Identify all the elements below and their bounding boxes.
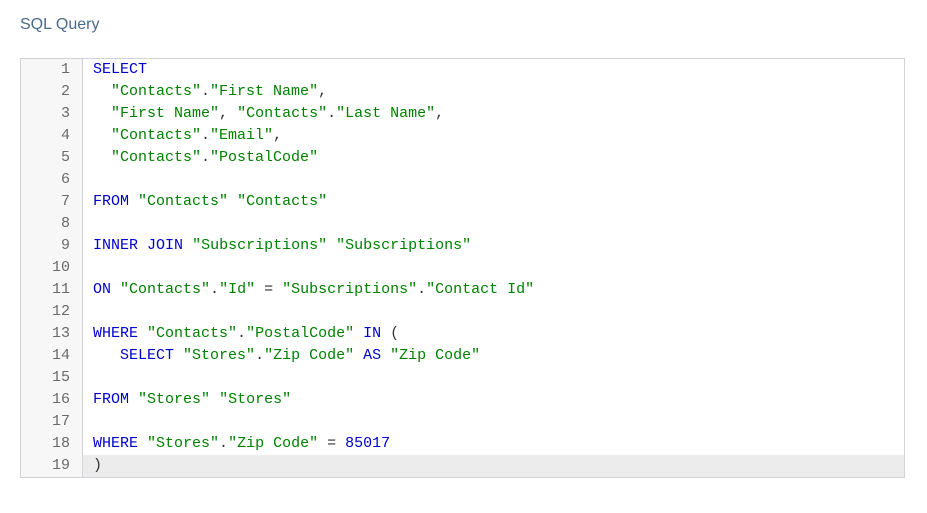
line-number: 15 — [21, 367, 83, 389]
line-number: 11 — [21, 279, 83, 301]
line-number: 2 — [21, 81, 83, 103]
line-number: 1 — [21, 59, 83, 81]
code-line: 15 — [21, 367, 904, 389]
code-line: 6 — [21, 169, 904, 191]
line-number: 6 — [21, 169, 83, 191]
code-content[interactable]: "First Name", "Contacts"."Last Name", — [83, 103, 444, 125]
code-content[interactable] — [83, 411, 102, 433]
line-number: 16 — [21, 389, 83, 411]
line-number: 4 — [21, 125, 83, 147]
line-number: 5 — [21, 147, 83, 169]
line-number: 13 — [21, 323, 83, 345]
line-number: 14 — [21, 345, 83, 367]
code-content[interactable]: "Contacts"."Email", — [83, 125, 282, 147]
code-content[interactable]: WHERE "Stores"."Zip Code" = 85017 — [83, 433, 390, 455]
code-line: 8 — [21, 213, 904, 235]
code-line: 12 — [21, 301, 904, 323]
code-line: 1 SELECT — [21, 59, 904, 81]
code-line: 18 WHERE "Stores"."Zip Code" = 85017 — [21, 433, 904, 455]
code-line: 3 "First Name", "Contacts"."Last Name", — [21, 103, 904, 125]
panel-title: SQL Query — [20, 16, 907, 34]
line-number: 18 — [21, 433, 83, 455]
code-line: 10 — [21, 257, 904, 279]
code-line: 16 FROM "Stores" "Stores" — [21, 389, 904, 411]
line-number: 3 — [21, 103, 83, 125]
code-content[interactable]: WHERE "Contacts"."PostalCode" IN ( — [83, 323, 399, 345]
code-content[interactable]: SELECT "Stores"."Zip Code" AS "Zip Code" — [83, 345, 480, 367]
code-line: 7 FROM "Contacts" "Contacts" — [21, 191, 904, 213]
code-content[interactable]: SELECT — [83, 59, 147, 81]
code-content[interactable]: ) — [83, 455, 102, 477]
code-content[interactable] — [83, 301, 102, 323]
code-line: 11 ON "Contacts"."Id" = "Subscriptions".… — [21, 279, 904, 301]
line-number: 12 — [21, 301, 83, 323]
line-number: 19 — [21, 455, 83, 477]
code-line: 17 — [21, 411, 904, 433]
code-content[interactable]: FROM "Stores" "Stores" — [83, 389, 291, 411]
code-line: 13 WHERE "Contacts"."PostalCode" IN ( — [21, 323, 904, 345]
code-line: 14 SELECT "Stores"."Zip Code" AS "Zip Co… — [21, 345, 904, 367]
code-line: 9 INNER JOIN "Subscriptions" "Subscripti… — [21, 235, 904, 257]
code-content[interactable]: FROM "Contacts" "Contacts" — [83, 191, 327, 213]
code-content[interactable] — [83, 257, 102, 279]
code-content[interactable]: ON "Contacts"."Id" = "Subscriptions"."Co… — [83, 279, 534, 301]
code-content[interactable]: INNER JOIN "Subscriptions" "Subscription… — [83, 235, 471, 257]
line-number: 9 — [21, 235, 83, 257]
code-content[interactable] — [83, 169, 102, 191]
code-content[interactable] — [83, 367, 102, 389]
code-content[interactable] — [83, 213, 102, 235]
sql-editor[interactable]: 1 SELECT 2 "Contacts"."First Name", 3 "F… — [20, 58, 905, 478]
line-number: 17 — [21, 411, 83, 433]
code-line: 5 "Contacts"."PostalCode" — [21, 147, 904, 169]
code-content[interactable]: "Contacts"."PostalCode" — [83, 147, 318, 169]
line-number: 7 — [21, 191, 83, 213]
code-line: 19 ) — [21, 455, 904, 477]
code-content[interactable]: "Contacts"."First Name", — [83, 81, 327, 103]
line-number: 10 — [21, 257, 83, 279]
line-number: 8 — [21, 213, 83, 235]
code-line: 2 "Contacts"."First Name", — [21, 81, 904, 103]
code-line: 4 "Contacts"."Email", — [21, 125, 904, 147]
